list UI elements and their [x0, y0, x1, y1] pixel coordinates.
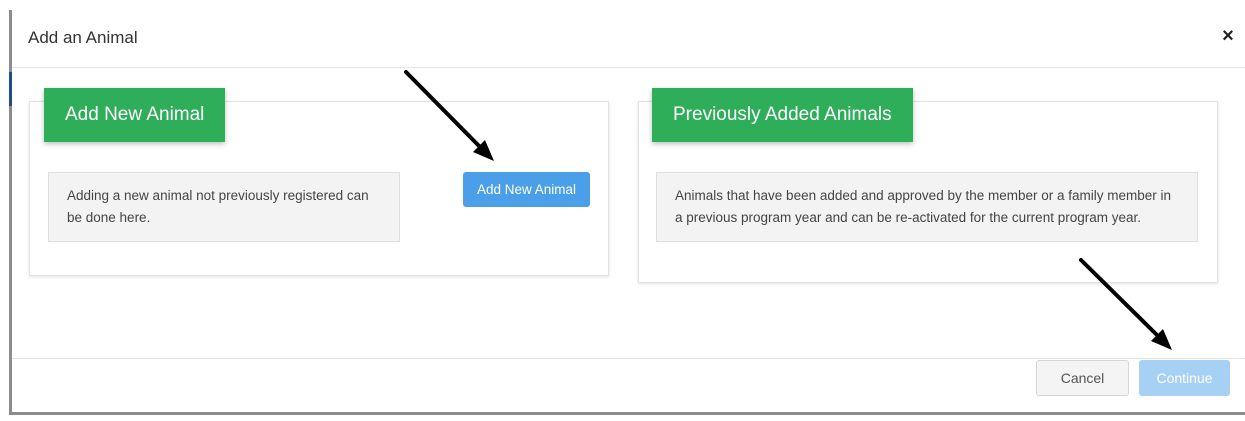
- arrow-icon: [404, 70, 494, 161]
- arrow-icon: [1079, 258, 1172, 350]
- annotation-arrows: [404, 70, 1172, 350]
